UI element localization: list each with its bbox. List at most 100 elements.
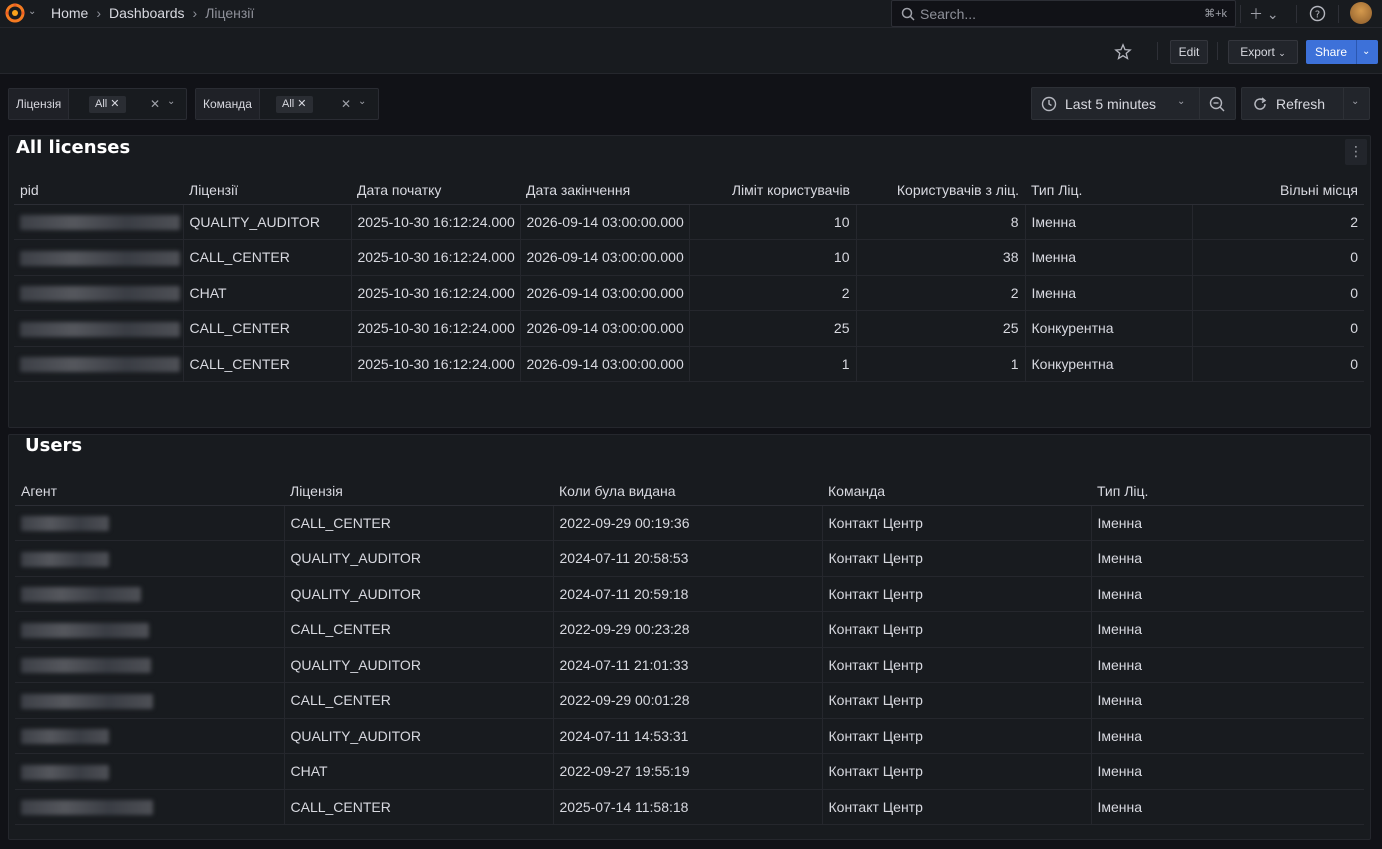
table-header-row: Агент Ліцензія Коли була видана Команда … — [15, 477, 1364, 506]
redacted-cell — [14, 310, 184, 347]
redacted-value — [20, 357, 180, 373]
column-header[interactable]: Ліцензія — [284, 477, 553, 506]
table-cell: 2024-07-11 21:01:33 — [553, 647, 823, 683]
chevron-down-icon[interactable]: ⌄ — [1177, 96, 1185, 107]
table-row[interactable]: CHAT 2025-10-30 16:12:24.000 2026-09-14 … — [14, 275, 1364, 311]
help-icon[interactable]: ? — [1309, 5, 1326, 22]
table-cell: 2025-10-30 16:12:24.000 — [351, 204, 521, 240]
column-header[interactable]: Вільні місця — [1192, 176, 1364, 205]
column-header[interactable]: Дата початку — [351, 176, 520, 205]
table-cell: CHAT — [284, 753, 554, 790]
zoom-out-icon[interactable] — [1208, 95, 1226, 113]
redacted-cell — [15, 647, 285, 683]
breadcrumb-dashboards[interactable]: Dashboards — [109, 5, 185, 21]
export-button[interactable]: Export ⌄ — [1228, 40, 1298, 64]
column-header[interactable]: Дата закінчення — [520, 176, 689, 205]
table-cell: Іменна — [1025, 204, 1193, 240]
table-cell: Контакт Центр — [822, 753, 1092, 790]
table-row[interactable]: CALL_CENTER 2025-07-14 11:58:18 Контакт … — [15, 789, 1364, 825]
table-row[interactable]: CHAT 2022-09-27 19:55:19 Контакт Центр І… — [15, 753, 1364, 790]
column-header[interactable]: Команда — [822, 477, 1091, 506]
column-header[interactable]: Коли була видана — [553, 477, 822, 506]
column-header[interactable]: Тип Ліц. — [1025, 176, 1192, 205]
table-row[interactable]: QUALITY_AUDITOR 2025-10-30 16:12:24.000 … — [14, 204, 1364, 240]
close-icon[interactable]: ✕ — [110, 98, 119, 110]
edit-button[interactable]: Edit — [1170, 40, 1208, 64]
redacted-value — [21, 551, 109, 567]
table-cell: 10 — [689, 239, 857, 276]
chip-value: All — [282, 98, 295, 110]
chip-value: All — [95, 98, 108, 110]
table-row[interactable]: QUALITY_AUDITOR 2024-07-11 21:01:33 Конт… — [15, 647, 1364, 683]
svg-text:?: ? — [1315, 10, 1320, 21]
table-cell: Іменна — [1091, 647, 1364, 683]
table-cell: Контакт Центр — [822, 682, 1092, 719]
redacted-cell — [15, 540, 285, 577]
table-cell: 0 — [1192, 239, 1364, 276]
table-row[interactable]: CALL_CENTER 2025-10-30 16:12:24.000 2026… — [14, 310, 1364, 347]
redacted-cell — [14, 204, 184, 240]
close-icon[interactable]: ✕ — [297, 98, 306, 110]
chevron-down-icon[interactable]: ⌄ — [1351, 96, 1359, 107]
table-cell: 2026-09-14 03:00:00.000 — [520, 204, 690, 240]
share-button[interactable]: Share ⌄ — [1306, 40, 1378, 64]
table-cell: 0 — [1192, 346, 1364, 382]
column-header[interactable]: Ліміт користувачів — [689, 176, 856, 205]
table-cell: 2024-07-11 20:59:18 — [553, 576, 823, 612]
panel-menu-button[interactable]: ⋮ — [1345, 139, 1367, 165]
search-input[interactable]: Search... ⌘+k — [891, 0, 1236, 27]
chevron-down-icon[interactable]: ⌄ — [28, 6, 36, 17]
divider — [1338, 5, 1339, 23]
table-cell: Іменна — [1025, 275, 1193, 311]
variable-team[interactable]: Команда All ✕ ✕ ⌄ — [195, 88, 379, 120]
column-header[interactable]: Тип Ліц. — [1091, 477, 1364, 506]
redacted-value — [21, 764, 109, 780]
table-cell: QUALITY_AUDITOR — [183, 204, 352, 240]
table-row[interactable]: CALL_CENTER 2022-09-29 00:19:36 Контакт … — [15, 505, 1364, 541]
variable-team-chip[interactable]: All ✕ — [276, 96, 313, 113]
table-row[interactable]: QUALITY_AUDITOR 2024-07-11 20:58:53 Конт… — [15, 540, 1364, 577]
table-row[interactable]: CALL_CENTER 2022-09-29 00:01:28 Контакт … — [15, 682, 1364, 719]
table-row[interactable]: CALL_CENTER 2025-10-30 16:12:24.000 2026… — [14, 346, 1364, 382]
redacted-cell — [14, 346, 184, 382]
table-cell: 2025-10-30 16:12:24.000 — [351, 346, 521, 382]
clear-icon[interactable]: ✕ — [150, 97, 160, 111]
variable-license-chip[interactable]: All ✕ — [89, 96, 126, 113]
star-icon[interactable] — [1114, 43, 1132, 61]
redacted-value — [21, 693, 153, 709]
add-menu-button[interactable]: ＋ ⌄ — [1249, 4, 1279, 24]
table-row[interactable]: CALL_CENTER 2025-10-30 16:12:24.000 2026… — [14, 239, 1364, 276]
redacted-value — [21, 658, 151, 674]
table-cell: 2022-09-29 00:23:28 — [553, 611, 823, 648]
column-header[interactable]: Ліцензії — [183, 176, 351, 205]
divider — [1199, 88, 1200, 119]
column-header[interactable]: Агент — [15, 477, 284, 506]
refresh-button[interactable]: Refresh ⌄ — [1241, 87, 1370, 120]
breadcrumb-home[interactable]: Home — [51, 5, 88, 21]
table-cell: Контакт Центр — [822, 718, 1092, 754]
chevron-down-icon[interactable]: ⌄ — [1362, 40, 1370, 64]
table-cell: 25 — [689, 310, 857, 347]
column-header[interactable]: Користувачів з ліц. — [856, 176, 1025, 205]
table-row[interactable]: QUALITY_AUDITOR 2024-07-11 20:59:18 Конт… — [15, 576, 1364, 612]
table-cell: Контакт Центр — [822, 647, 1092, 683]
table-row[interactable]: QUALITY_AUDITOR 2024-07-11 14:53:31 Конт… — [15, 718, 1364, 754]
time-range-picker[interactable]: Last 5 minutes ⌄ — [1031, 87, 1236, 120]
refresh-label: Refresh — [1276, 96, 1326, 112]
table-cell: Іменна — [1091, 789, 1364, 825]
redacted-cell — [14, 275, 184, 311]
chevron-down-icon[interactable]: ⌄ — [167, 96, 175, 107]
divider — [1217, 42, 1218, 60]
grafana-logo-icon[interactable] — [4, 2, 26, 24]
table-cell: CALL_CENTER — [284, 789, 554, 825]
table-cell: 2025-07-14 11:58:18 — [553, 789, 823, 825]
column-header[interactable]: pid — [14, 176, 183, 205]
table-row[interactable]: CALL_CENTER 2022-09-29 00:23:28 Контакт … — [15, 611, 1364, 648]
divider — [1240, 5, 1241, 23]
variable-license[interactable]: Ліцензія All ✕ ✕ ⌄ — [8, 88, 187, 120]
table-cell: CHAT — [183, 275, 352, 311]
clear-icon[interactable]: ✕ — [341, 97, 351, 111]
table-cell: 2026-09-14 03:00:00.000 — [520, 346, 690, 382]
user-avatar[interactable] — [1350, 2, 1372, 24]
chevron-down-icon[interactable]: ⌄ — [358, 96, 366, 107]
